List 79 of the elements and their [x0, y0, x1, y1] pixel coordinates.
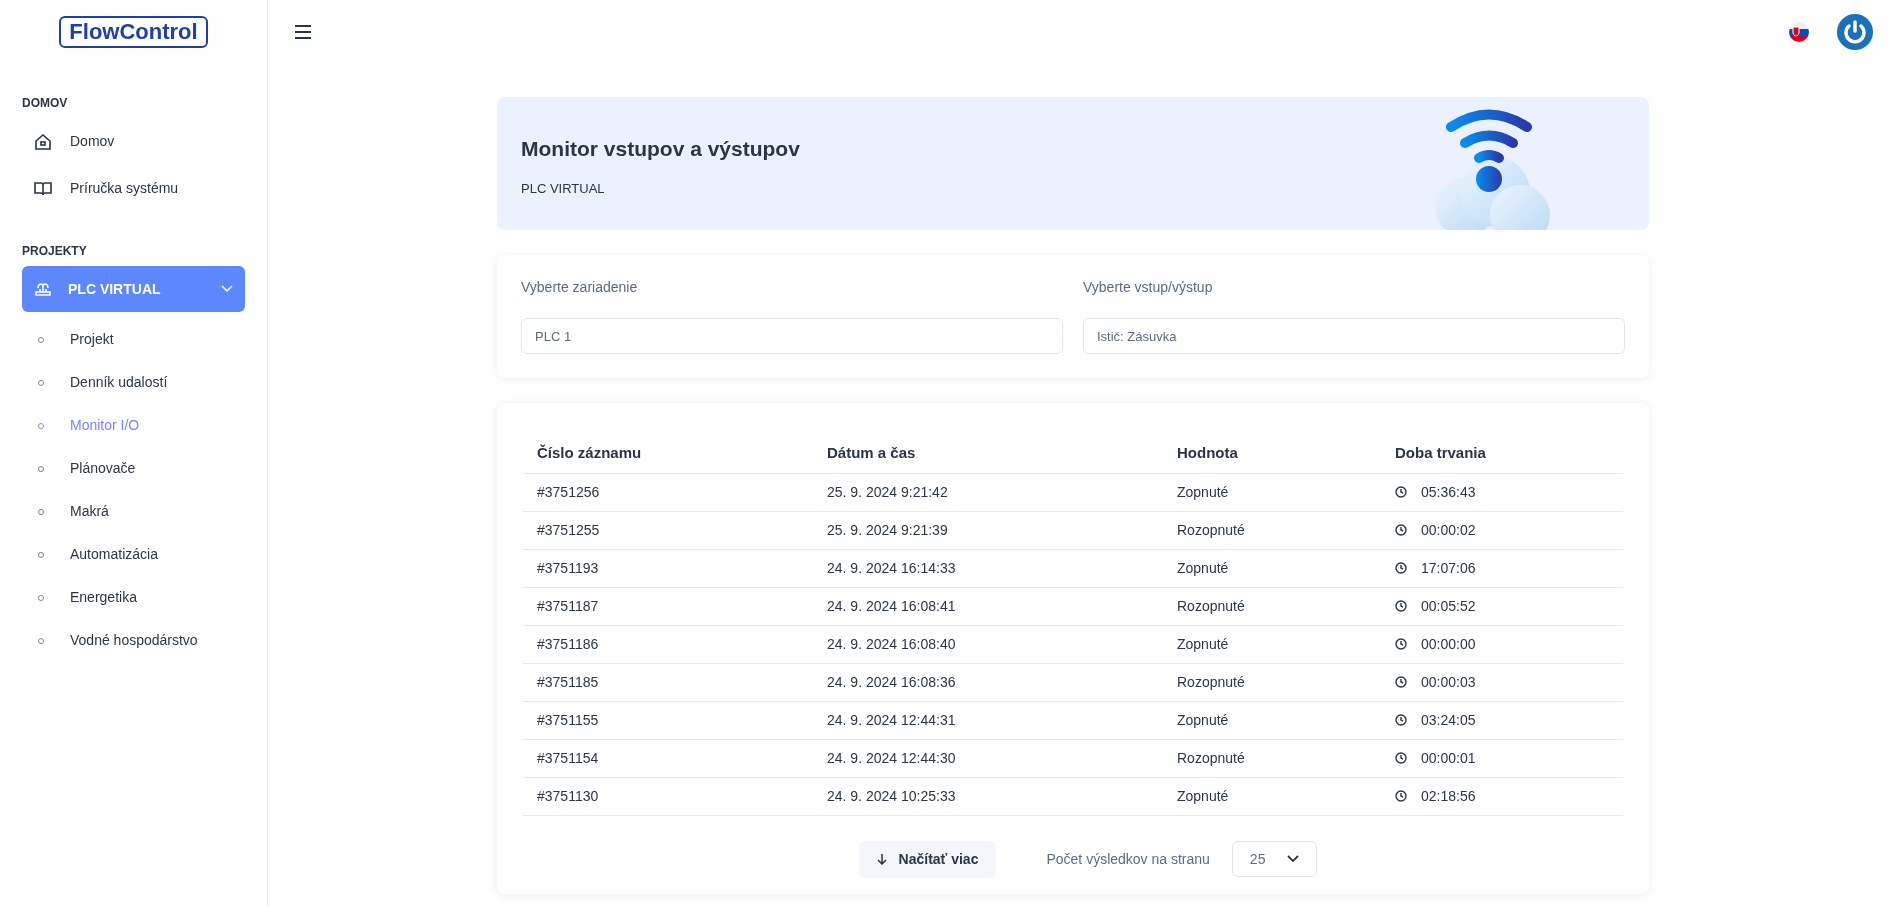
section-heading: PROJEKTY: [22, 243, 88, 260]
column-header: Číslo záznamu: [523, 433, 813, 473]
sidebar-item[interactable]: Denník udalostí: [70, 372, 168, 393]
flag-icon[interactable]: [1789, 22, 1809, 42]
clock-icon: [1395, 486, 1407, 498]
table-cell: 24. 9. 2024 12:44:30: [827, 749, 956, 766]
table-cell: #3751154: [537, 749, 599, 766]
table-cell-text: 00:00:01: [1421, 748, 1476, 768]
table-cell-text: 05:36:43: [1421, 482, 1476, 502]
table-cell: #3751256: [537, 483, 600, 500]
table-cell: Rozopnuté: [1177, 597, 1245, 614]
table-cell-text: 00:05:52: [1421, 596, 1476, 616]
menu-icon[interactable]: [294, 25, 312, 39]
sidebar-item[interactable]: Automatizácia: [70, 544, 158, 565]
table-cell: 24. 9. 2024 10:25:33: [827, 787, 956, 804]
table-cell-text: 00:00:03: [1421, 672, 1476, 692]
table-cell-text: 03:24:05: [1421, 710, 1476, 730]
table-cell: Zopnuté: [1177, 483, 1229, 500]
sidebar-item[interactable]: Plánovače: [70, 458, 136, 479]
table-cell-text: 17:07:06: [1421, 558, 1476, 578]
column-header: Doba trvania: [1381, 433, 1623, 473]
load-more-button[interactable]: Načítať viac: [858, 840, 997, 878]
section-heading: DOMOV: [22, 95, 69, 112]
table-cell: Rozopnuté: [1177, 673, 1245, 690]
select-field[interactable]: Istič: Zásuvka: [1083, 318, 1625, 354]
clock-icon: [1395, 676, 1407, 688]
power-icon[interactable]: [1837, 14, 1873, 50]
table-cell: 25. 9. 2024 9:21:42: [827, 483, 948, 500]
table-cell: 25. 9. 2024 9:21:39: [827, 521, 948, 538]
sidebar-item[interactable]: Projekt: [70, 329, 114, 350]
table-cell: Zopnuté: [1177, 787, 1229, 804]
column-header: Dátum a čas: [813, 433, 1163, 473]
home-icon: [34, 132, 52, 151]
sidebar-item[interactable]: Príručka systému: [70, 178, 179, 199]
table-cell: 24. 9. 2024 16:08:41: [827, 597, 956, 614]
chevron-icon: [1287, 855, 1300, 863]
clock-icon: [1395, 524, 1407, 536]
table-cell-text: 00:00:02: [1421, 520, 1476, 540]
table-cell: Rozopnuté: [1177, 749, 1245, 766]
clock-icon: [1395, 600, 1407, 612]
table-cell: Zopnuté: [1177, 559, 1229, 576]
per-page-select[interactable]: 25: [1231, 841, 1318, 877]
arrow-down-icon: [876, 853, 887, 865]
table-cell: 24. 9. 2024 16:08:40: [827, 635, 956, 652]
logo[interactable]: FlowControl: [59, 16, 208, 48]
sidebar-item[interactable]: Vodné hospodárstvo: [70, 630, 198, 651]
table-cell: 24. 9. 2024 12:44:31: [827, 711, 956, 728]
table-cell: Rozopnuté: [1177, 521, 1245, 538]
table-cell: #3751187: [537, 597, 599, 614]
field-label: Vyberte vstup/výstup: [1083, 278, 1214, 297]
sidebar-item[interactable]: Energetika: [70, 587, 137, 608]
table-cell: #3751186: [537, 635, 599, 652]
table-cell: 24. 9. 2024 16:08:36: [827, 673, 956, 690]
per-page-label: Počet výsledkov na stranu: [1046, 849, 1210, 869]
table-cell: Zopnuté: [1177, 711, 1229, 728]
table-cell: #3751193: [537, 559, 599, 576]
field-label: Vyberte zariadenie: [521, 278, 639, 297]
clock-icon: [1395, 790, 1407, 802]
book-icon: [34, 180, 52, 197]
page-subtitle: PLC VIRTUAL: [521, 179, 606, 198]
table-cell-text: 02:18:56: [1421, 786, 1476, 806]
table-cell: #3751155: [537, 711, 599, 728]
table-cell: 24. 9. 2024 16:14:33: [827, 559, 956, 576]
column-header: Hodnota: [1163, 433, 1381, 473]
sidebar-item[interactable]: Domov: [70, 131, 115, 152]
table-cell: #3751130: [537, 787, 599, 804]
fountain-icon: [34, 280, 52, 298]
clock-icon: [1395, 714, 1407, 726]
table-cell: #3751255: [537, 521, 600, 538]
select-field[interactable]: PLC 1: [521, 318, 1063, 354]
table-cell: Zopnuté: [1177, 635, 1229, 652]
table-cell: #3751185: [537, 673, 599, 690]
clock-icon: [1395, 752, 1407, 764]
table-cell-text: 00:00:00: [1421, 634, 1476, 654]
clock-icon: [1395, 562, 1407, 574]
page-title: Monitor vstupov a výstupov: [521, 136, 800, 162]
clock-icon: [1395, 638, 1407, 650]
sidebar-item[interactable]: Makrá: [70, 501, 109, 522]
chevron-icon: [221, 285, 233, 293]
